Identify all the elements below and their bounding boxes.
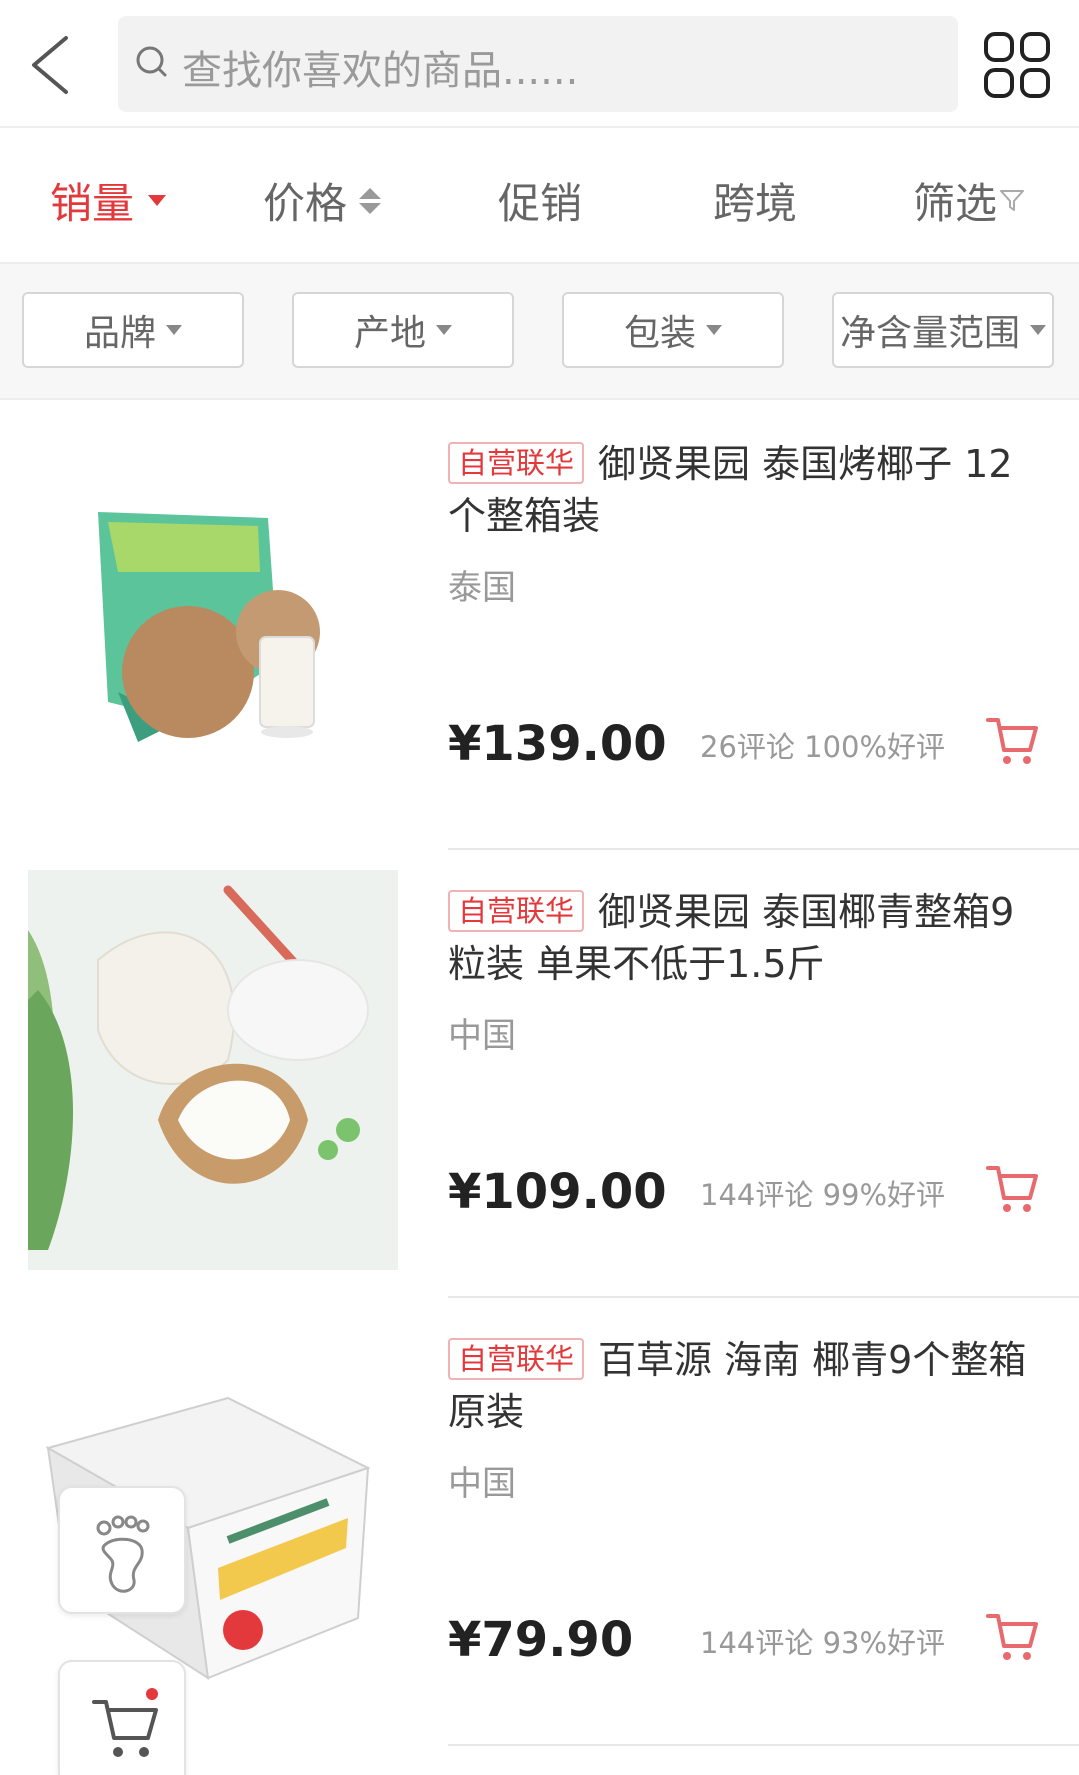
store-badge: 自营联华	[448, 442, 585, 484]
cart-icon[interactable]	[984, 712, 1042, 770]
product-price: ¥139.00	[448, 716, 667, 772]
product-review-stats: 144评论 93%好评	[700, 1626, 946, 1660]
chevron-down-icon	[436, 325, 452, 335]
product-item[interactable]: 自营联华 御贤果园 泰国烤椰子 12个整箱装 泰国 ¥139.00 26评论 10…	[0, 402, 1079, 850]
sort-bar: 销量 价格 促销 跨境 筛选	[0, 130, 1079, 264]
sort-desc-icon	[148, 195, 167, 206]
product-price: ¥109.00	[448, 1164, 667, 1220]
store-badge: 自营联华	[448, 890, 585, 932]
filter-net-content-label: 净含量范围	[839, 313, 1020, 354]
chevron-down-icon	[706, 325, 722, 335]
grid-icon	[984, 32, 1050, 98]
back-arrow-icon	[32, 36, 68, 94]
filter-origin-label: 产地	[353, 313, 426, 354]
product-image	[28, 422, 398, 822]
filter-package-label: 包装	[623, 313, 696, 354]
product-origin: 泰国	[448, 568, 516, 608]
sort-arrow-icon	[359, 187, 382, 214]
tab-price-label: 价格	[263, 179, 348, 228]
tab-cross-border-label: 跨境	[713, 179, 798, 228]
tab-promotion[interactable]: 促销	[498, 170, 582, 231]
product-title[interactable]: 自营联华 百草源 海南 椰青9个整箱原装	[448, 1334, 1048, 1438]
tab-price[interactable]: 价格	[263, 170, 382, 231]
tab-cross-border[interactable]: 跨境	[713, 170, 797, 231]
back-button[interactable]	[22, 30, 82, 100]
filter-brand[interactable]: 品牌	[22, 292, 244, 368]
filter-brand-label: 品牌	[83, 313, 156, 354]
product-price: ¥79.90	[448, 1612, 634, 1668]
footprint-icon	[96, 1515, 150, 1593]
store-badge: 自营联华	[448, 1338, 585, 1380]
product-review-stats: 26评论 100%好评	[700, 730, 946, 764]
cart-icon	[92, 1688, 158, 1757]
chevron-down-icon	[166, 325, 182, 335]
cart-icon[interactable]	[984, 1160, 1042, 1218]
tab-sales[interactable]: 销量	[50, 170, 167, 231]
divider	[448, 1744, 1079, 1746]
category-grid-button[interactable]	[982, 30, 1052, 100]
filter-origin[interactable]: 产地	[292, 292, 514, 368]
product-origin: 中国	[448, 1464, 516, 1504]
product-title[interactable]: 自营联华 御贤果园 泰国椰青整箱9粒装 单果不低于1.5斤	[448, 886, 1048, 990]
search-input[interactable]: 查找你喜欢的商品......	[118, 16, 958, 112]
tab-filter[interactable]: 筛选	[913, 170, 1025, 231]
product-title[interactable]: 自营联华 御贤果园 泰国烤椰子 12个整箱装	[448, 438, 1048, 542]
chevron-down-icon	[1030, 325, 1046, 335]
search-icon	[136, 46, 167, 77]
filter-funnel-icon	[1000, 189, 1025, 211]
product-origin: 中国	[448, 1016, 516, 1056]
product-image	[28, 870, 398, 1270]
tab-sales-label: 销量	[50, 179, 135, 228]
search-placeholder: 查找你喜欢的商品......	[182, 48, 579, 94]
tab-promotion-label: 促销	[498, 179, 583, 228]
filter-net-content[interactable]: 净含量范围	[832, 292, 1054, 368]
tab-filter-label: 筛选	[913, 179, 998, 228]
filter-chips: 品牌 产地 包装 净含量范围	[0, 264, 1079, 400]
cart-icon[interactable]	[984, 1608, 1042, 1666]
product-review-stats: 144评论 99%好评	[700, 1178, 946, 1212]
top-bar: 查找你喜欢的商品......	[0, 0, 1079, 128]
cart-float-button[interactable]	[58, 1660, 186, 1775]
filter-package[interactable]: 包装	[562, 292, 784, 368]
browsing-history-button[interactable]	[58, 1486, 186, 1614]
product-item[interactable]: 自营联华 御贤果园 泰国椰青整箱9粒装 单果不低于1.5斤 中国 ¥109.00 …	[0, 850, 1079, 1298]
